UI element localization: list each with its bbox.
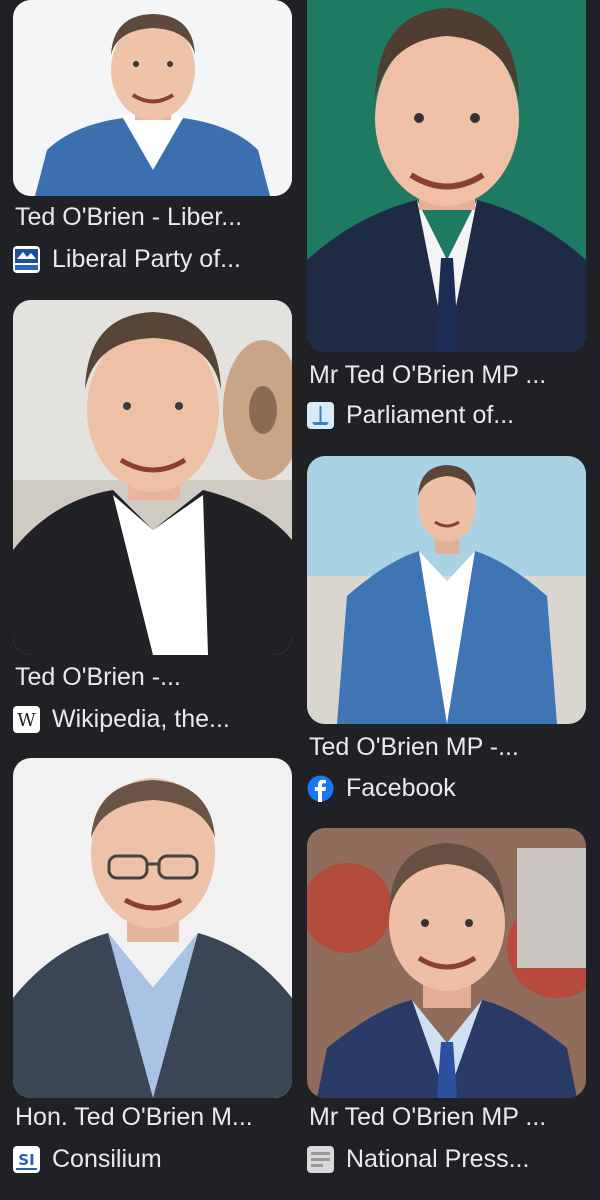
- result-source[interactable]: W Wikipedia, the...: [13, 704, 230, 734]
- portrait-photo-icon: [307, 0, 586, 352]
- result-thumbnail[interactable]: [307, 456, 586, 724]
- result-thumbnail[interactable]: [307, 828, 586, 1098]
- liberal-party-favicon: [13, 245, 40, 273]
- result-title[interactable]: Mr Ted O'Brien MP ...: [309, 360, 594, 390]
- result-source-label: Parliament of...: [346, 400, 515, 429]
- image-result-card[interactable]: Ted O'Brien - Liber... Liberal Party of.…: [13, 0, 292, 273]
- portrait-photo-icon: [13, 758, 292, 1098]
- result-thumbnail[interactable]: [307, 0, 586, 352]
- image-result-card[interactable]: Ted O'Brien -... W Wikipedia, the...: [13, 300, 292, 733]
- result-title[interactable]: Ted O'Brien -...: [15, 662, 300, 692]
- consilium-si-icon: SI: [13, 1145, 40, 1173]
- parliament-favicon: [307, 401, 334, 429]
- result-thumbnail[interactable]: [13, 758, 292, 1098]
- national-press-favicon: [307, 1145, 334, 1173]
- image-result-card[interactable]: Ted O'Brien MP -... Facebook: [307, 456, 586, 802]
- result-title[interactable]: Hon. Ted O'Brien M...: [15, 1102, 300, 1132]
- portrait-photo-icon: [307, 456, 586, 724]
- portrait-photo-icon: [307, 828, 586, 1098]
- svg-text:W: W: [17, 710, 36, 731]
- result-source[interactable]: SI Consilium: [13, 1144, 162, 1174]
- image-result-card[interactable]: Mr Ted O'Brien MP ... Parliament of...: [307, 0, 586, 429]
- result-source-label: National Press...: [346, 1144, 530, 1173]
- svg-text:SI: SI: [18, 1151, 34, 1169]
- result-source[interactable]: Liberal Party of...: [13, 244, 241, 274]
- result-title[interactable]: Ted O'Brien MP -...: [309, 732, 594, 762]
- result-title[interactable]: Mr Ted O'Brien MP ...: [309, 1102, 594, 1132]
- image-result-card[interactable]: Mr Ted O'Brien MP ... National Press...: [307, 828, 586, 1173]
- result-source-label: Wikipedia, the...: [52, 704, 230, 733]
- image-result-card[interactable]: Hon. Ted O'Brien M... SI Consilium: [13, 758, 292, 1173]
- portrait-photo-icon: [13, 0, 292, 196]
- result-source[interactable]: Parliament of...: [307, 400, 514, 430]
- result-thumbnail[interactable]: [13, 0, 292, 196]
- result-source[interactable]: National Press...: [307, 1144, 529, 1174]
- result-title[interactable]: Ted O'Brien - Liber...: [15, 202, 300, 232]
- portrait-photo-icon: [13, 300, 292, 655]
- result-source-label: Liberal Party of...: [52, 244, 241, 273]
- result-source[interactable]: Facebook: [307, 773, 456, 803]
- facebook-f-icon: [307, 775, 334, 802]
- result-thumbnail[interactable]: [13, 300, 292, 655]
- result-source-label: Consilium: [52, 1144, 162, 1173]
- wikipedia-w-icon: W: [13, 705, 40, 733]
- result-source-label: Facebook: [346, 773, 456, 802]
